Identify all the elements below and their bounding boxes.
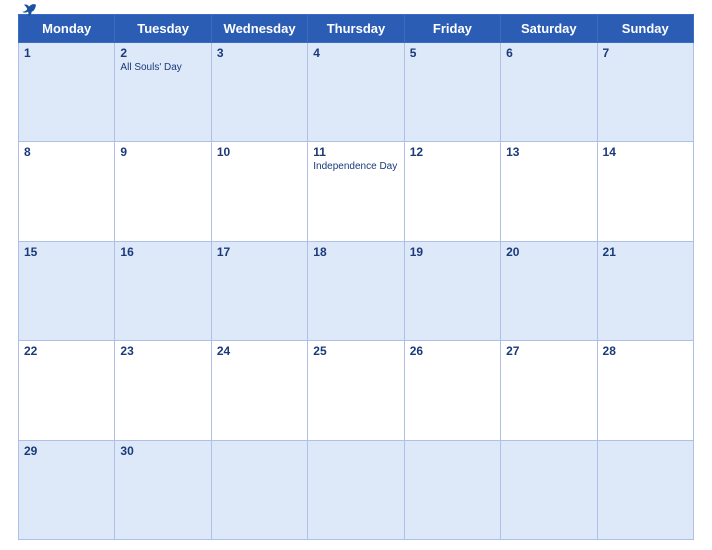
calendar-table: MondayTuesdayWednesdayThursdayFridaySatu… (18, 14, 694, 540)
weekday-header-thursday: Thursday (308, 15, 404, 43)
calendar-day-cell (501, 440, 597, 539)
calendar-day-cell: 15 (19, 241, 115, 340)
day-number: 7 (603, 46, 688, 60)
day-number: 26 (410, 344, 495, 358)
calendar-week-row: 22 23 24 25 26 27 28 (19, 341, 694, 440)
calendar-day-cell: 2 All Souls' Day (115, 43, 211, 142)
calendar-day-cell: 6 (501, 43, 597, 142)
weekday-header-row: MondayTuesdayWednesdayThursdayFridaySatu… (19, 15, 694, 43)
calendar-week-row: 12 All Souls' Day 34567 (19, 43, 694, 142)
calendar-day-cell: 14 (597, 142, 693, 241)
day-number: 14 (603, 145, 688, 159)
weekday-header-saturday: Saturday (501, 15, 597, 43)
day-number: 22 (24, 344, 109, 358)
calendar-day-cell: 19 (404, 241, 500, 340)
calendar-day-cell: 9 (115, 142, 211, 241)
holiday-name: All Souls' Day (120, 62, 205, 73)
calendar-week-row: 89 10 11 Independence Day 12 13 14 (19, 142, 694, 241)
calendar-day-cell: 23 (115, 341, 211, 440)
calendar-week-row: 15 16 17 18 19 20 21 (19, 241, 694, 340)
calendar-day-cell: 1 (19, 43, 115, 142)
day-number: 2 (120, 46, 205, 60)
calendar-day-cell: 22 (19, 341, 115, 440)
day-number: 21 (603, 245, 688, 259)
weekday-header-sunday: Sunday (597, 15, 693, 43)
holiday-name: Independence Day (313, 161, 398, 172)
day-number: 18 (313, 245, 398, 259)
day-number: 17 (217, 245, 302, 259)
logo (18, 3, 38, 17)
calendar-day-cell: 27 (501, 341, 597, 440)
calendar-day-cell: 10 (211, 142, 307, 241)
day-number: 11 (313, 145, 398, 159)
day-number: 15 (24, 245, 109, 259)
calendar-day-cell: 16 (115, 241, 211, 340)
calendar-day-cell: 20 (501, 241, 597, 340)
day-number: 10 (217, 145, 302, 159)
logo-blue-text (18, 3, 38, 17)
calendar-day-cell: 24 (211, 341, 307, 440)
calendar-day-cell: 30 (115, 440, 211, 539)
day-number: 28 (603, 344, 688, 358)
weekday-header-monday: Monday (19, 15, 115, 43)
calendar-day-cell: 29 (19, 440, 115, 539)
day-number: 3 (217, 46, 302, 60)
day-number: 1 (24, 46, 109, 60)
day-number: 19 (410, 245, 495, 259)
weekday-header-tuesday: Tuesday (115, 15, 211, 43)
day-number: 30 (120, 444, 205, 458)
calendar-day-cell: 21 (597, 241, 693, 340)
calendar-day-cell: 12 (404, 142, 500, 241)
day-number: 20 (506, 245, 591, 259)
calendar-week-row: 29 30 (19, 440, 694, 539)
calendar-day-cell: 8 (19, 142, 115, 241)
calendar-day-cell: 26 (404, 341, 500, 440)
weekday-header-wednesday: Wednesday (211, 15, 307, 43)
calendar-day-cell: 11 Independence Day (308, 142, 404, 241)
day-number: 4 (313, 46, 398, 60)
day-number: 16 (120, 245, 205, 259)
day-number: 5 (410, 46, 495, 60)
logo-bird-icon (20, 3, 38, 17)
calendar-day-cell: 18 (308, 241, 404, 340)
day-number: 13 (506, 145, 591, 159)
calendar-day-cell: 7 (597, 43, 693, 142)
calendar-day-cell (308, 440, 404, 539)
day-number: 8 (24, 145, 109, 159)
calendar-day-cell: 28 (597, 341, 693, 440)
day-number: 23 (120, 344, 205, 358)
day-number: 29 (24, 444, 109, 458)
calendar-day-cell: 25 (308, 341, 404, 440)
calendar-day-cell (404, 440, 500, 539)
calendar-day-cell: 13 (501, 142, 597, 241)
day-number: 25 (313, 344, 398, 358)
calendar-day-cell: 5 (404, 43, 500, 142)
calendar-day-cell: 17 (211, 241, 307, 340)
calendar-day-cell: 3 (211, 43, 307, 142)
weekday-header-friday: Friday (404, 15, 500, 43)
day-number: 24 (217, 344, 302, 358)
calendar-day-cell (597, 440, 693, 539)
day-number: 9 (120, 145, 205, 159)
calendar-day-cell (211, 440, 307, 539)
day-number: 6 (506, 46, 591, 60)
day-number: 27 (506, 344, 591, 358)
calendar-day-cell: 4 (308, 43, 404, 142)
day-number: 12 (410, 145, 495, 159)
